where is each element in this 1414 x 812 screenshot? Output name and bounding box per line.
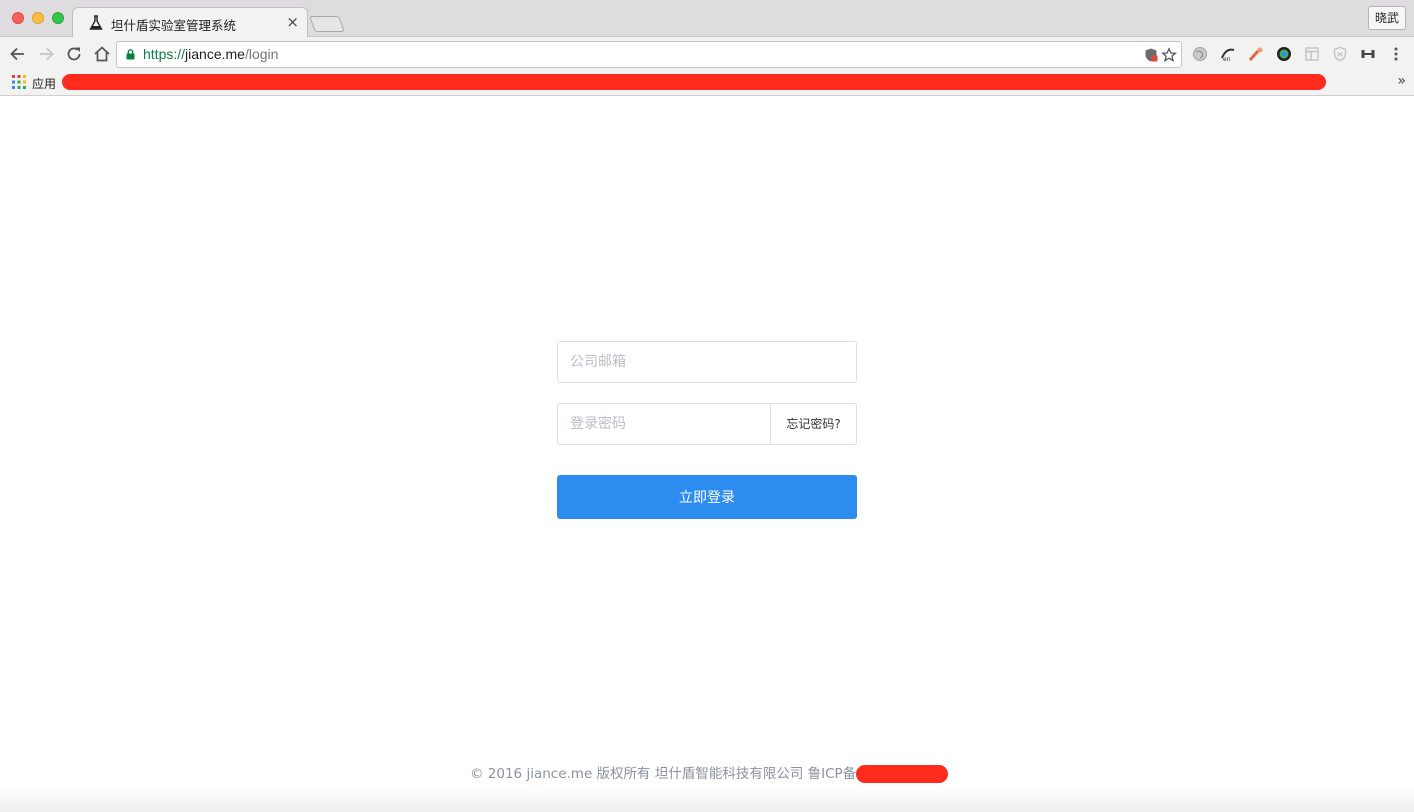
browser-toolbar: https://jiance.me/login en (0, 37, 1414, 71)
footer-line: © 2016 jiance.me 版权所有 坦什盾智能科技有限公司 鲁ICP备 (470, 762, 949, 783)
redacted-bookmarks (62, 74, 1326, 90)
reader-layout-extension-icon[interactable] (1304, 46, 1320, 62)
url-path: /login (244, 46, 279, 62)
shield-extension-icon[interactable] (1332, 46, 1348, 62)
email-input[interactable] (570, 352, 846, 372)
reload-icon[interactable] (64, 44, 84, 64)
svg-text:en: en (1223, 56, 1231, 62)
apps-bookmark-label[interactable]: 应用 (32, 75, 56, 92)
tab-title: 坦什盾实验室管理系统 (111, 18, 237, 33)
login-page: 忘记密码? 立即登录 © 2016 jiance.me 版权所有 坦什盾智能科技… (0, 97, 1414, 812)
profile-button[interactable]: 晓武 (1367, 6, 1406, 30)
color-wheel-extension-icon[interactable] (1276, 46, 1292, 62)
browser-tab-active[interactable]: 坦什盾实验室管理系统 × (72, 7, 308, 38)
forgot-password-button[interactable]: 忘记密码? (770, 404, 856, 444)
url-text[interactable]: https://jiance.me/login (143, 46, 278, 62)
back-arrow-icon[interactable] (8, 44, 28, 64)
redacted-icp-number (856, 765, 949, 783)
flask-icon (89, 15, 103, 30)
bookmarks-bar: 应用 » (0, 71, 1414, 96)
copyright-text: © 2016 jiance.me 版权所有 坦什盾智能科技有限公司 鲁ICP备 (470, 766, 857, 782)
forward-arrow-icon[interactable] (36, 44, 56, 64)
lock-icon (126, 49, 135, 60)
globe-extension-icon[interactable] (1192, 46, 1208, 62)
blocked-content-shield-icon[interactable] (1143, 47, 1159, 63)
login-button[interactable]: 立即登录 (557, 475, 857, 519)
tab-close-icon[interactable]: × (286, 13, 299, 31)
url-scheme: https:// (143, 46, 186, 62)
footer: © 2016 jiance.me 版权所有 坦什盾智能科技有限公司 鲁ICP备 (0, 760, 1414, 784)
brush-extension-icon[interactable] (1248, 46, 1264, 62)
email-field-wrapper (557, 341, 857, 383)
apps-grid-icon[interactable] (12, 75, 26, 89)
address-bar[interactable]: https://jiance.me/login (116, 41, 1182, 68)
url-host: jiance.me (185, 46, 245, 62)
password-field-wrapper: 忘记密码? (557, 403, 857, 445)
password-input[interactable] (570, 414, 760, 434)
translate-extension-icon[interactable]: en (1220, 46, 1236, 62)
minimize-window-button[interactable] (32, 12, 44, 24)
zoom-window-button[interactable] (52, 12, 64, 24)
bookmark-star-icon[interactable] (1161, 47, 1177, 63)
browser-tab-bar: 坦什盾实验室管理系统 × 晓武 (0, 0, 1414, 38)
dumbbell-extension-icon[interactable] (1360, 46, 1376, 62)
new-tab-button[interactable] (309, 16, 345, 32)
bookmarks-overflow-icon[interactable]: » (1397, 73, 1406, 89)
close-window-button[interactable] (12, 12, 24, 24)
more-menu-icon[interactable] (1388, 46, 1404, 62)
bottom-shadow (0, 788, 1414, 812)
home-icon[interactable] (92, 44, 112, 64)
